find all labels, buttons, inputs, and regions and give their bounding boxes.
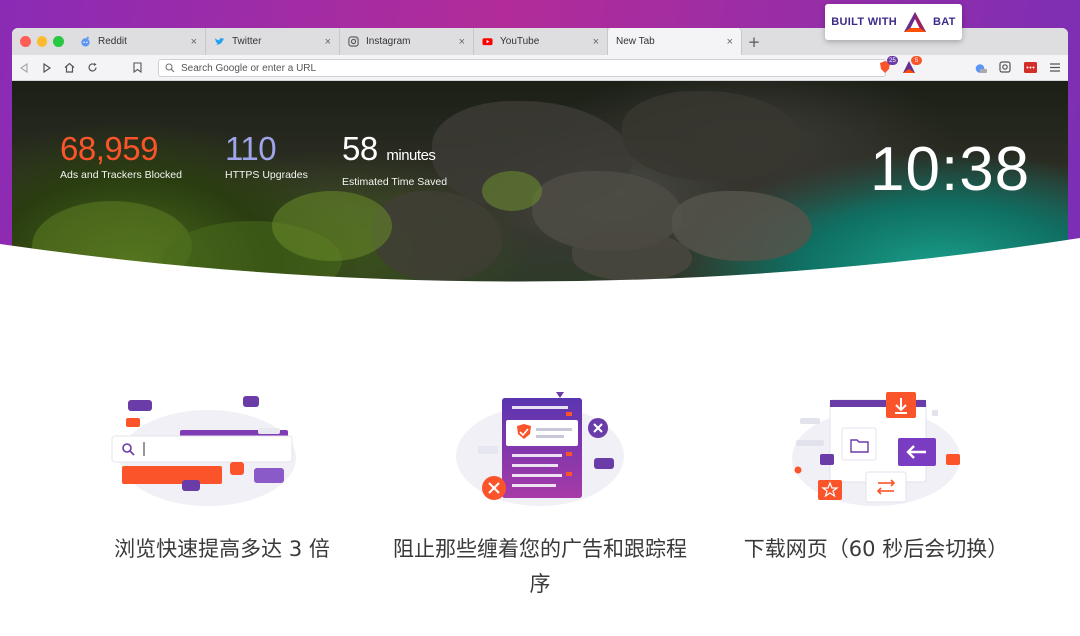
instagram-icon (348, 36, 359, 47)
tab-instagram[interactable]: Instagram × (340, 28, 474, 55)
feature-fast-browsing-text: 浏览快速提高多达 3 倍 (114, 537, 330, 561)
tab-label: Reddit (98, 36, 127, 47)
forward-arrow-icon (42, 62, 51, 73)
hamburger-menu-icon (1050, 62, 1060, 72)
time-saved-unit: minutes (386, 147, 436, 164)
window-controls (12, 28, 72, 55)
instagram-extension-button[interactable] (998, 60, 1012, 74)
ads-blocked-label: Ads and Trackers Blocked (60, 169, 182, 181)
https-upgrades-value: 110 (225, 130, 277, 167)
reddit-icon (81, 36, 90, 47)
reload-button[interactable] (81, 55, 104, 81)
reload-icon (88, 62, 97, 72)
brave-extension-icons: 25 5 (878, 56, 922, 73)
time-saved-stat: 58 minutes Estimated Time Saved (342, 130, 448, 189)
feature-section: 浏览快速提高多达 3 倍 阻止那些缠着您的广告和跟踪程序 下载网页（60 秒后会… (0, 380, 1080, 636)
tab-label: Instagram (366, 36, 411, 47)
ads-blocked-value: 68,959 (60, 130, 158, 167)
bookmark-button[interactable] (126, 55, 149, 81)
brave-rewards-button[interactable]: 5 (902, 56, 922, 73)
built-with-bat-badge: BUILT WITH BAT (825, 4, 962, 40)
badge-brand: BAT (933, 16, 956, 28)
menu-button[interactable] (1048, 60, 1062, 74)
close-tab-icon[interactable]: × (191, 36, 197, 48)
badge-prefix: BUILT WITH (831, 16, 898, 28)
reddit-extension-button[interactable] (973, 60, 987, 74)
twitter-icon (214, 38, 225, 45)
maximize-window-button[interactable] (53, 36, 65, 47)
tab-new-tab[interactable]: New Tab × (608, 28, 742, 55)
https-upgrades-label: HTTPS Upgrades (225, 169, 308, 181)
minimize-window-button[interactable] (36, 36, 48, 47)
https-upgrades-stat: 110 HTTPS Upgrades (225, 130, 308, 182)
brave-shields-button[interactable]: 25 (878, 56, 898, 73)
tab-youtube[interactable]: YouTube × (474, 28, 608, 55)
reddit-ext-icon (975, 63, 987, 73)
ad-blocking-illustration (456, 392, 624, 506)
time-saved-value: 58 (342, 130, 378, 167)
feature-download-page-text: 下载网页（60 秒后会切换） (743, 537, 1009, 561)
back-button[interactable] (12, 55, 35, 81)
lastpass-icon (1023, 61, 1037, 73)
close-tab-icon[interactable]: × (459, 36, 465, 48)
feature-ad-blocking-text: 阻止那些缠着您的广告和跟踪程序 (393, 537, 687, 596)
navigation-toolbar: Search Google or enter a URL 25 5 (12, 55, 1068, 81)
tab-label: Twitter (232, 36, 262, 47)
lastpass-extension-button[interactable] (1023, 60, 1037, 74)
url-placeholder: Search Google or enter a URL (181, 62, 317, 74)
instagram-ext-icon (999, 61, 1011, 73)
ads-blocked-stat: 68,959 Ads and Trackers Blocked (60, 130, 182, 182)
forward-button[interactable] (35, 55, 58, 81)
back-arrow-icon (19, 62, 28, 73)
new-tab-button[interactable]: + (742, 28, 766, 55)
tab-label: New Tab (616, 36, 655, 47)
extension-tools (973, 60, 1062, 74)
bookmark-icon (133, 62, 142, 73)
download-page-illustration (792, 392, 960, 506)
home-button[interactable] (58, 55, 81, 81)
rewards-count-badge: 5 (911, 56, 922, 65)
close-window-button[interactable] (20, 36, 31, 47)
clock: 10:38 (870, 135, 1031, 204)
shields-count-badge: 25 (887, 56, 898, 65)
bat-logo-icon (904, 12, 927, 32)
close-tab-icon[interactable]: × (593, 36, 599, 48)
home-icon (64, 62, 75, 73)
url-bar[interactable]: Search Google or enter a URL (158, 59, 886, 77)
tab-twitter[interactable]: Twitter × (206, 28, 340, 55)
tab-label: YouTube (500, 36, 540, 47)
close-tab-icon[interactable]: × (325, 36, 331, 48)
time-saved-label: Estimated Time Saved (342, 176, 448, 188)
tab-reddit[interactable]: Reddit × (72, 28, 206, 55)
search-icon (165, 63, 175, 73)
fast-browsing-illustration (111, 396, 296, 506)
youtube-icon (482, 38, 493, 46)
close-tab-icon[interactable]: × (727, 36, 733, 48)
white-wave-divider (0, 238, 1080, 312)
